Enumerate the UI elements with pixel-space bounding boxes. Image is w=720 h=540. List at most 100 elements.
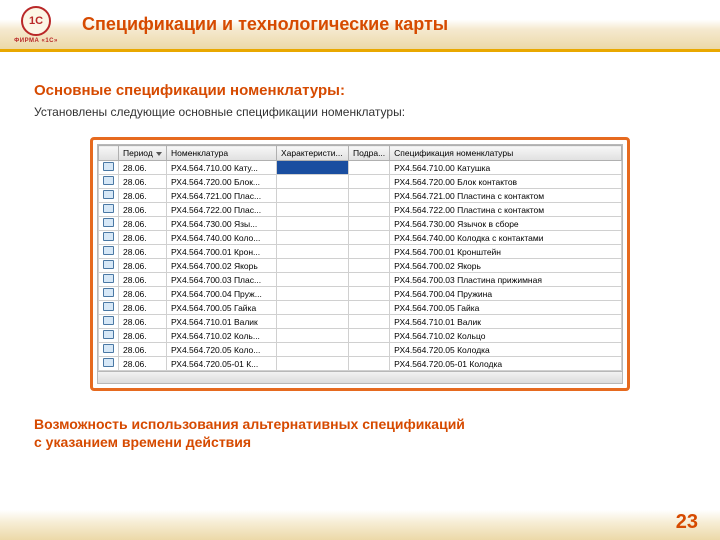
data-grid[interactable]: Период Номенклатура Характеристи... Подр… (97, 144, 623, 384)
logo-icon: 1C (21, 6, 51, 36)
table-row[interactable]: 28.06.РХ4.564.721.00 Плас...РХ4.564.721.… (99, 189, 622, 203)
cell-subdivision (349, 287, 390, 301)
table-row[interactable]: 28.06.РХ4.564.700.01 Крон...РХ4.564.700.… (99, 245, 622, 259)
cell-characteristic (277, 245, 349, 259)
sort-desc-icon (156, 152, 162, 156)
section-heading: Основные спецификации номенклатуры: (34, 82, 686, 99)
row-icon-cell (99, 245, 119, 259)
cell-nomenclature: РХ4.564.730.00 Язы... (167, 217, 277, 231)
cell-specification: РХ4.564.710.02 Кольцо (390, 329, 622, 343)
table-row[interactable]: 28.06.РХ4.564.710.02 Коль...РХ4.564.710.… (99, 329, 622, 343)
slide-title: Спецификации и технологические карты (82, 14, 448, 35)
cell-characteristic (277, 287, 349, 301)
row-icon-cell (99, 301, 119, 315)
cell-nomenclature: РХ4.564.710.02 Коль... (167, 329, 277, 343)
column-header-period[interactable]: Период (119, 146, 167, 161)
cell-characteristic (277, 259, 349, 273)
table-header-row: Период Номенклатура Характеристи... Подр… (99, 146, 622, 161)
column-header-subdivision[interactable]: Подра... (349, 146, 390, 161)
cell-specification: РХ4.564.710.00 Катушка (390, 161, 622, 175)
row-icon-cell (99, 231, 119, 245)
document-icon (103, 316, 114, 325)
cell-subdivision (349, 203, 390, 217)
document-icon (103, 246, 114, 255)
cell-specification: РХ4.564.700.01 Кронштейн (390, 245, 622, 259)
table-row[interactable]: 28.06.РХ4.564.710.00 Кату... РХ4.564.710.… (99, 161, 622, 175)
document-icon (103, 274, 114, 283)
cell-period: 28.06. (119, 175, 167, 189)
document-icon (103, 358, 114, 367)
cell-specification: РХ4.564.720.05 Колодка (390, 343, 622, 357)
cell-period: 28.06. (119, 315, 167, 329)
cell-specification: РХ4.564.700.02 Якорь (390, 259, 622, 273)
cell-period: 28.06. (119, 343, 167, 357)
table-row[interactable]: 28.06.РХ4.564.720.00 Блок...РХ4.564.720.… (99, 175, 622, 189)
cell-nomenclature: РХ4.564.700.02 Якорь (167, 259, 277, 273)
cell-subdivision (349, 161, 390, 175)
table-row[interactable]: 28.06.РХ4.564.740.00 Коло...РХ4.564.740.… (99, 231, 622, 245)
cell-specification: РХ4.564.720.00 Блок контактов (390, 175, 622, 189)
document-icon (103, 344, 114, 353)
cell-subdivision (349, 343, 390, 357)
row-icon-cell (99, 329, 119, 343)
cell-characteristic (277, 175, 349, 189)
column-header-icon[interactable] (99, 146, 119, 161)
cell-period: 28.06. (119, 301, 167, 315)
footnote-line1: Возможность использования альтернативных… (34, 415, 686, 433)
cell-characteristic (277, 203, 349, 217)
cell-specification: РХ4.564.700.03 Пластина прижимная (390, 273, 622, 287)
slide-content: Основные спецификации номенклатуры: Уста… (0, 52, 720, 451)
row-icon-cell (99, 315, 119, 329)
table-row[interactable]: 28.06.РХ4.564.720.05-01 К...РХ4.564.720.… (99, 357, 622, 371)
table-row[interactable]: 28.06.РХ4.564.700.04 Пруж...РХ4.564.700.… (99, 287, 622, 301)
document-icon (103, 204, 114, 213)
cell-nomenclature: РХ4.564.721.00 Плас... (167, 189, 277, 203)
table-row[interactable]: 28.06.РХ4.564.700.05 ГайкаРХ4.564.700.05… (99, 301, 622, 315)
table-row[interactable]: 28.06.РХ4.564.700.02 ЯкорьРХ4.564.700.02… (99, 259, 622, 273)
document-icon (103, 190, 114, 199)
cell-subdivision (349, 259, 390, 273)
cell-subdivision (349, 189, 390, 203)
table-row[interactable]: 28.06.РХ4.564.720.05 Коло... РХ4.564.720.… (99, 343, 622, 357)
cell-specification: РХ4.564.700.05 Гайка (390, 301, 622, 315)
page-number: 23 (676, 511, 698, 534)
cell-characteristic (277, 189, 349, 203)
cell-period: 28.06. (119, 161, 167, 175)
cell-nomenclature: РХ4.564.700.03 Плас... (167, 273, 277, 287)
document-icon (103, 302, 114, 311)
document-icon (103, 330, 114, 339)
cell-characteristic (277, 329, 349, 343)
row-icon-cell (99, 175, 119, 189)
cell-specification: РХ4.564.720.05-01 Колодка (390, 357, 622, 371)
horizontal-scrollbar[interactable] (98, 371, 622, 383)
cell-subdivision (349, 245, 390, 259)
cell-specification: РХ4.564.722.00 Пластина с контактом (390, 203, 622, 217)
column-header-nomenclature[interactable]: Номенклатура (167, 146, 277, 161)
table-row[interactable]: 28.06.РХ4.564.730.00 Язы...РХ4.564.730.0… (99, 217, 622, 231)
cell-period: 28.06. (119, 259, 167, 273)
cell-subdivision (349, 231, 390, 245)
slide-header: 1C ФИРМА «1С» Спецификации и технологиче… (0, 0, 720, 52)
cell-characteristic (277, 343, 349, 357)
cell-specification: РХ4.564.730.00 Язычок в сборе (390, 217, 622, 231)
table-frame: Период Номенклатура Характеристи... Подр… (90, 137, 630, 391)
column-header-specification[interactable]: Спецификация номенклатуры (390, 146, 622, 161)
cell-specification: РХ4.564.721.00 Пластина с контактом (390, 189, 622, 203)
row-icon-cell (99, 189, 119, 203)
cell-characteristic (277, 273, 349, 287)
section-subtext: Установлены следующие основные специфика… (34, 105, 686, 119)
cell-nomenclature: РХ4.564.710.00 Кату... (167, 161, 277, 175)
row-icon-cell (99, 357, 119, 371)
table-row[interactable]: 28.06.РХ4.564.710.01 ВаликРХ4.564.710.01… (99, 315, 622, 329)
cell-specification: РХ4.564.740.00 Колодка с контактами (390, 231, 622, 245)
row-icon-cell (99, 203, 119, 217)
cell-nomenclature: РХ4.564.720.05 Коло... (167, 343, 277, 357)
table-row[interactable]: 28.06.РХ4.564.722.00 Плас...РХ4.564.722.… (99, 203, 622, 217)
cell-subdivision (349, 329, 390, 343)
column-header-characteristic[interactable]: Характеристи... (277, 146, 349, 161)
cell-subdivision (349, 301, 390, 315)
table-row[interactable]: 28.06.РХ4.564.700.03 Плас...РХ4.564.700.… (99, 273, 622, 287)
cell-period: 28.06. (119, 231, 167, 245)
cell-nomenclature: РХ4.564.700.01 Крон... (167, 245, 277, 259)
cell-characteristic (277, 301, 349, 315)
